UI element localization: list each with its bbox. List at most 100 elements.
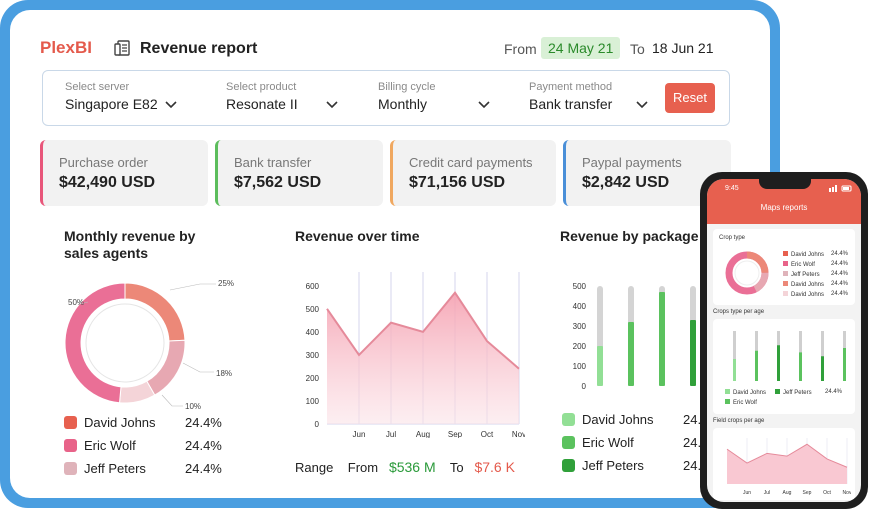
- legend-name: David Johns: [582, 412, 654, 427]
- legend-percent: 24.4%: [831, 261, 849, 267]
- stat-card-bank-transfer[interactable]: Bank transfer $7,562 USD: [215, 140, 383, 206]
- range-label: Range: [295, 460, 334, 475]
- x-tick-label: Jun: [353, 430, 366, 438]
- legend-percent: 24.: [683, 458, 702, 473]
- phone-legend-item: David Johns: [783, 251, 824, 258]
- revenue-by-package-chart: 0 100 200 300 400 500: [573, 282, 696, 391]
- stat-card-label: Purchase order: [59, 155, 148, 170]
- y-tick-label: 300: [306, 351, 320, 360]
- stat-card-credit-card[interactable]: Credit card payments $71,156 USD: [390, 140, 556, 206]
- legend-swatch: [775, 389, 780, 394]
- phone-bar: [777, 345, 780, 381]
- phone-field-card: Jun Jul Aug Sep Oct Nov: [713, 428, 855, 500]
- chevron-down-icon[interactable]: [636, 101, 648, 109]
- legend-name: Jeff Peters: [84, 461, 146, 476]
- phone-time: 9:45: [725, 185, 739, 192]
- legend-swatch: [64, 462, 77, 475]
- legend-name: Eric Wolf: [733, 400, 757, 406]
- legend-percent: 24.4%: [825, 389, 843, 395]
- donut-leader-line: [182, 362, 214, 373]
- donut-label: 25%: [218, 279, 234, 288]
- payment-method-value: Bank transfer: [529, 96, 613, 112]
- page-title: Revenue report: [140, 40, 258, 57]
- billing-cycle-label: Billing cycle: [378, 81, 436, 93]
- phone-bar: [821, 356, 824, 381]
- product-select-label: Select product: [226, 81, 297, 93]
- y-tick-label: 0: [582, 382, 587, 391]
- revenue-by-package-title: Revenue by package: [560, 228, 699, 244]
- donut-legend-item: David Johns: [64, 415, 156, 430]
- phone-crop-type-title: Crop type: [719, 235, 746, 241]
- legend-percent: 24.4%: [185, 438, 222, 453]
- to-date-picker[interactable]: 18 Jun 21: [652, 40, 714, 56]
- status-icons: [829, 185, 852, 192]
- legend-swatch: [562, 413, 575, 426]
- reset-button[interactable]: Reset: [665, 83, 715, 113]
- stat-card-label: Bank transfer: [234, 155, 312, 170]
- x-tick-label: Nov: [512, 430, 525, 438]
- y-tick-label: 400: [306, 328, 320, 337]
- legend-percent: 24.4%: [185, 461, 222, 476]
- legend-swatch: [783, 261, 788, 266]
- donut-title: Monthly revenue by sales agents: [64, 228, 195, 262]
- phone-bar: [755, 350, 758, 381]
- legend-swatch: [783, 281, 788, 286]
- phone-x-tick-label: Nov: [843, 490, 851, 496]
- phone-bar: [733, 359, 736, 381]
- legend-swatch: [562, 459, 575, 472]
- stat-card-value: $42,490 USD: [59, 174, 156, 191]
- bar: [628, 322, 634, 386]
- bar: [690, 320, 696, 386]
- legend-swatch: [562, 436, 575, 449]
- donut-slice: [146, 339, 186, 396]
- payment-method-select[interactable]: Payment method Bank transfer: [529, 81, 612, 112]
- phone-donut: [725, 251, 769, 295]
- billing-cycle-select[interactable]: Billing cycle Monthly: [378, 81, 435, 112]
- legend-name: Eric Wolf: [84, 438, 136, 453]
- y-tick-label: 600: [306, 282, 320, 291]
- legend-percent: 24.4%: [831, 251, 849, 257]
- app-logo[interactable]: PlexBI: [40, 38, 92, 58]
- legend-percent: 24.4%: [831, 291, 849, 297]
- legend-swatch: [783, 271, 788, 276]
- chevron-down-icon[interactable]: [478, 101, 490, 109]
- stat-card-purchase-order[interactable]: Purchase order $42,490 USD: [40, 140, 208, 206]
- phone-field-title: Field crops per age: [713, 418, 765, 424]
- phone-x-tick-label: Jul: [764, 490, 770, 496]
- range-from-value: $536 M: [388, 459, 436, 475]
- legend-swatch: [725, 399, 730, 404]
- phone-x-tick-label: Jun: [743, 490, 751, 496]
- range-row: Range From $536 M To $7.6 K: [295, 459, 515, 475]
- legend-percent: 24.4%: [185, 415, 222, 430]
- donut-inner-ring: [85, 303, 165, 383]
- product-select[interactable]: Select product Resonate II: [226, 81, 298, 112]
- y-tick-label: 500: [306, 305, 320, 314]
- legend-swatch: [783, 291, 788, 296]
- phone-x-tick-label: Sep: [803, 490, 812, 496]
- server-select[interactable]: Select server Singapore E82: [65, 81, 158, 112]
- product-select-value: Resonate II: [226, 96, 298, 112]
- to-label: To: [630, 41, 645, 57]
- donut-legend-item: Jeff Peters: [64, 461, 146, 476]
- donut-slice: [124, 282, 186, 342]
- y-tick-label: 400: [573, 302, 587, 311]
- server-select-value: Singapore E82: [65, 96, 158, 112]
- y-tick-label: 0: [315, 420, 320, 429]
- legend-swatch: [725, 389, 730, 394]
- donut-leader-line: [161, 394, 183, 407]
- chevron-down-icon[interactable]: [326, 101, 338, 109]
- from-date-picker[interactable]: 24 May 21: [541, 37, 621, 59]
- x-tick-label: Jul: [386, 430, 396, 438]
- legend-name: David Johns: [791, 282, 825, 288]
- stat-card-label: Credit card payments: [409, 155, 533, 170]
- legend-swatch: [783, 251, 788, 256]
- y-tick-label: 100: [306, 397, 320, 406]
- chevron-down-icon[interactable]: [165, 101, 177, 109]
- revenue-over-time-title: Revenue over time: [295, 228, 420, 244]
- stat-card-value: $7,562 USD: [234, 174, 322, 191]
- phone-legend-item: Eric Wolf: [783, 261, 815, 268]
- phone-legend-item: David Johns: [783, 281, 824, 288]
- legend-swatch: [64, 416, 77, 429]
- legend-name: Jeff Peters: [783, 390, 812, 396]
- phone-screen: 9:45 Maps reports Crop type David Johns 2…: [707, 179, 861, 502]
